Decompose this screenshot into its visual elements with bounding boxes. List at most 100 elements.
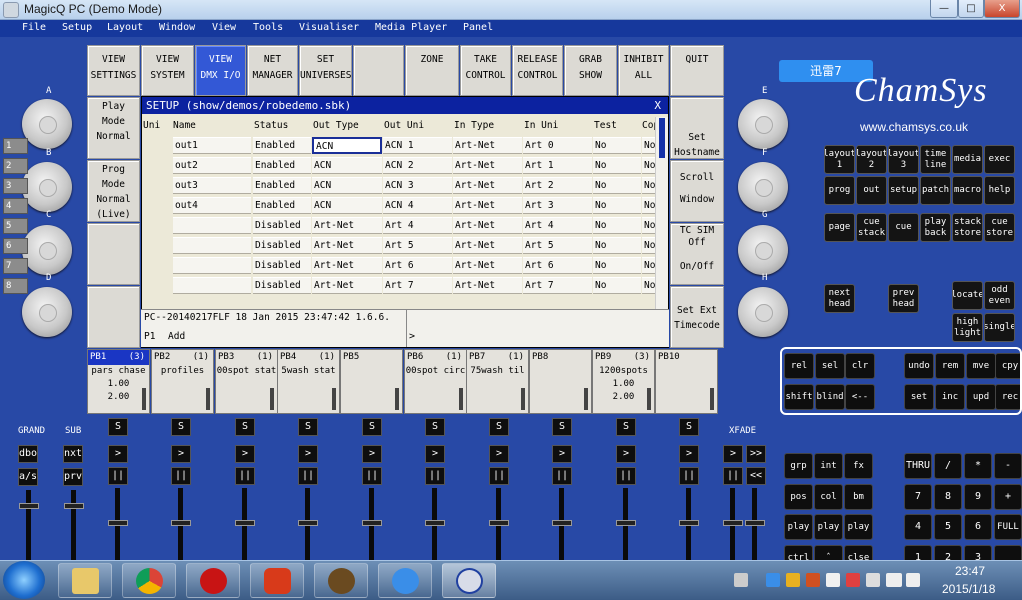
fader-s-button-6[interactable]: S bbox=[425, 418, 445, 436]
key-attr-attr_row2-0[interactable]: pos bbox=[784, 484, 813, 510]
universe-button[interactable]: 5 bbox=[3, 218, 28, 234]
key-num-num_row3-1[interactable]: 5 bbox=[934, 514, 962, 540]
cell-out-type[interactable]: Art-Net bbox=[312, 257, 382, 274]
cell-in-type[interactable]: Art-Net bbox=[453, 237, 522, 254]
cell-name[interactable]: out2 bbox=[173, 157, 251, 174]
key-exec[interactable]: exec bbox=[984, 145, 1015, 174]
fader-handle-6[interactable] bbox=[425, 520, 445, 526]
clock-time[interactable]: 23:47 bbox=[955, 564, 985, 578]
cell-status[interactable]: Disabled bbox=[253, 277, 311, 294]
fader-s-button-7[interactable]: S bbox=[489, 418, 509, 436]
play-mode-button[interactable]: Play Mode Normal Safe/Normal bbox=[87, 97, 140, 159]
key-patch[interactable]: patch bbox=[920, 176, 951, 205]
key-cue-stack[interactable]: cue stack bbox=[856, 213, 887, 242]
net-manager-button[interactable]: NET MANAGER bbox=[247, 45, 298, 96]
sub-next-button[interactable]: nxt bbox=[63, 445, 83, 463]
cell-out-type[interactable]: ACN bbox=[312, 177, 382, 194]
qq-tray-icon[interactable] bbox=[786, 573, 800, 587]
key-cue-store[interactable]: cue store bbox=[984, 213, 1015, 242]
menu-view[interactable]: View bbox=[212, 22, 236, 33]
view-settings-button[interactable]: VIEW SETTINGS bbox=[87, 45, 140, 96]
fader-go-button-4[interactable]: > bbox=[298, 445, 318, 463]
encoder-d[interactable] bbox=[22, 287, 72, 337]
scroll-window-button[interactable]: Scroll Window bbox=[670, 160, 724, 222]
view-dmx-io-button[interactable]: VIEW DMX I/O bbox=[195, 45, 246, 96]
key-num-num_row3-0[interactable]: 4 bbox=[904, 514, 932, 540]
locate-button[interactable]: locate bbox=[952, 281, 983, 310]
playback-7[interactable]: PB7 (1) 75wash til bbox=[466, 349, 529, 414]
encoder-a[interactable] bbox=[22, 99, 72, 149]
key-help[interactable]: help bbox=[984, 176, 1015, 205]
fader-handle-5[interactable] bbox=[362, 520, 382, 526]
key-media[interactable]: media bbox=[952, 145, 983, 174]
key-num-num_row2-1[interactable]: 8 bbox=[934, 484, 962, 510]
cell-test[interactable]: No bbox=[593, 277, 641, 294]
cell-name[interactable] bbox=[173, 257, 251, 274]
fader-handle-4[interactable] bbox=[298, 520, 318, 526]
menu-file[interactable]: File bbox=[22, 22, 46, 33]
cell-out-type[interactable]: Art-Net bbox=[312, 277, 382, 294]
cell-in-type[interactable]: Art-Net bbox=[453, 277, 522, 294]
next-head-button[interactable]: next head bbox=[824, 284, 855, 313]
xunlei-taskbar-icon[interactable] bbox=[378, 563, 432, 598]
fader-pause-button-2[interactable]: || bbox=[171, 467, 191, 485]
key-attr-attr_row2-2[interactable]: bm bbox=[844, 484, 873, 510]
xfade-go-button[interactable]: > bbox=[723, 445, 743, 463]
playback-4[interactable]: PB4 (1) 5wash stat bbox=[277, 349, 340, 414]
cell-in-type[interactable]: Art-Net bbox=[453, 217, 522, 234]
setup-close-icon[interactable]: X bbox=[654, 97, 661, 114]
encoder-e[interactable] bbox=[738, 99, 788, 149]
key-attr-attr_row3-0[interactable]: play 1 bbox=[784, 514, 813, 540]
fader-pause-button-6[interactable]: || bbox=[425, 467, 445, 485]
xunlei-tray-icon[interactable] bbox=[766, 573, 780, 587]
key-num-num_row3-3[interactable]: FULL bbox=[994, 514, 1022, 540]
fader-s-button-4[interactable]: S bbox=[298, 418, 318, 436]
key-num-num_row1-2[interactable]: * bbox=[964, 453, 992, 479]
cell-test[interactable]: No bbox=[593, 177, 641, 194]
key-setup[interactable]: setup bbox=[888, 176, 919, 205]
cell-out-uni[interactable]: ACN 4 bbox=[383, 197, 452, 214]
cell-name[interactable]: out4 bbox=[173, 197, 251, 214]
menu-panel[interactable]: Panel bbox=[463, 22, 493, 33]
cell-out-uni[interactable]: Art 6 bbox=[383, 257, 452, 274]
xfade-handle-b[interactable] bbox=[745, 520, 765, 526]
signal-tray-icon[interactable] bbox=[886, 573, 902, 587]
cell-in-type[interactable]: Art-Net bbox=[453, 177, 522, 194]
fader-go-button-7[interactable]: > bbox=[489, 445, 509, 463]
menu-visualiser[interactable]: Visualiser bbox=[299, 22, 359, 33]
prog-mode-button[interactable]: Prog Mode Normal (Live) Set Mode bbox=[87, 160, 140, 222]
fader-pause-button-3[interactable]: || bbox=[235, 467, 255, 485]
playback-9[interactable]: PB9 (3) 1200spots 1.00 2.00 bbox=[592, 349, 655, 414]
cell-in-type[interactable]: Art-Net bbox=[453, 137, 522, 154]
keyboard-tray-icon[interactable] bbox=[734, 573, 748, 587]
cell-in-type[interactable]: Art-Net bbox=[453, 197, 522, 214]
universe-button[interactable]: 8 bbox=[3, 278, 28, 294]
cell-test[interactable]: No bbox=[593, 257, 641, 274]
playback-10[interactable]: PB10 bbox=[655, 349, 718, 414]
menu-tools[interactable]: Tools bbox=[253, 22, 283, 33]
key-play-back[interactable]: play back bbox=[920, 213, 951, 242]
fader-go-button-2[interactable]: > bbox=[171, 445, 191, 463]
key-page[interactable]: page bbox=[824, 213, 855, 242]
key-attr-attr_row1-1[interactable]: int bbox=[814, 453, 843, 479]
fader-s-button-10[interactable]: S bbox=[679, 418, 699, 436]
cell-test[interactable]: No bbox=[593, 217, 641, 234]
grand-fader-handle[interactable] bbox=[19, 503, 39, 509]
playback-3[interactable]: PB3 (1) 00spot stat bbox=[215, 349, 278, 414]
key-attr-attr_row3-2[interactable]: play 3 bbox=[844, 514, 873, 540]
release-control-button[interactable]: RELEASE CONTROL bbox=[512, 45, 563, 96]
fader-handle-10[interactable] bbox=[679, 520, 699, 526]
key-prog[interactable]: prog bbox=[824, 176, 855, 205]
start-button[interactable] bbox=[3, 561, 45, 599]
universe-button[interactable]: 1 bbox=[3, 138, 28, 154]
menu-media-player[interactable]: Media Player bbox=[375, 22, 447, 33]
app-tray-icon[interactable] bbox=[806, 573, 820, 587]
fader-handle-3[interactable] bbox=[235, 520, 255, 526]
cell-out-uni[interactable]: ACN 2 bbox=[383, 157, 452, 174]
cell-out-uni[interactable]: Art 4 bbox=[383, 217, 452, 234]
chrome-taskbar-icon[interactable] bbox=[122, 563, 176, 598]
fader-go-button-5[interactable]: > bbox=[362, 445, 382, 463]
universe-button[interactable]: 3 bbox=[3, 178, 28, 194]
key-attr-attr_row2-1[interactable]: col bbox=[814, 484, 843, 510]
explorer-taskbar-icon[interactable] bbox=[58, 563, 112, 598]
